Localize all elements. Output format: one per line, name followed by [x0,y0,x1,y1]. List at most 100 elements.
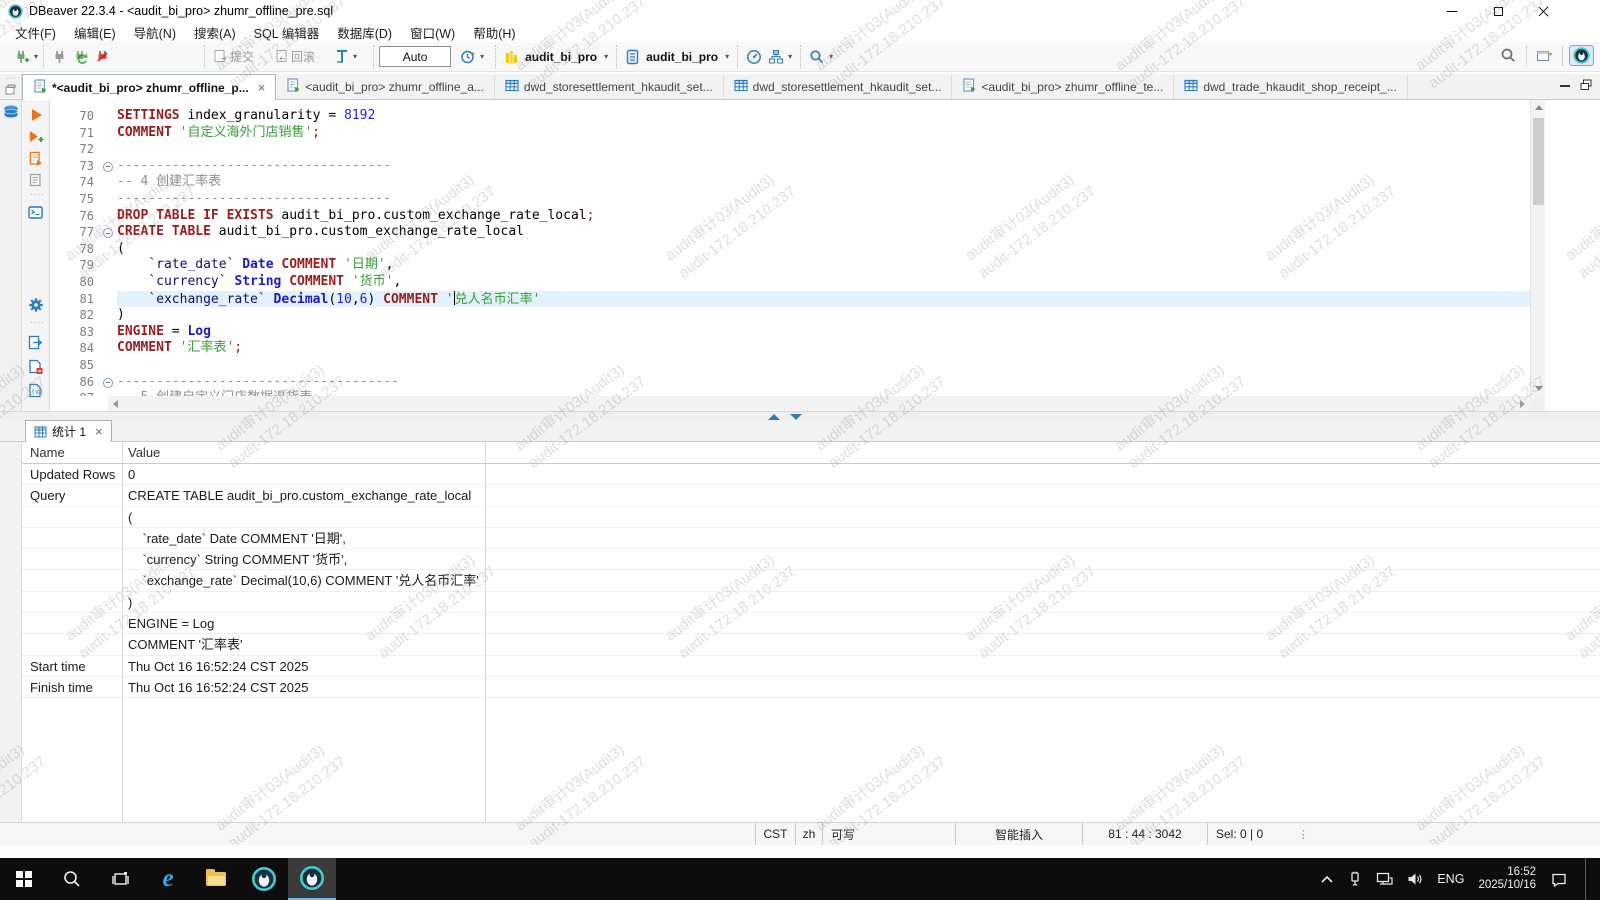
result-row-2[interactable]: ( [22,507,1600,528]
fold-marker-icon[interactable] [102,158,117,175]
horizontal-scrollbar[interactable] [108,396,1530,411]
vertical-scrollbar[interactable] [1530,100,1545,396]
tray-chevron-up-icon[interactable] [1320,875,1334,884]
result-row-7[interactable]: ENGINE = Log [22,613,1600,634]
code-line-74[interactable]: 74-- 4 创建汇率表 [50,174,1530,191]
menu-item-7[interactable]: 帮助(H) [464,21,524,44]
code-line-81[interactable]: 81 `exchange_rate` Decimal(10,6) COMMENT… [50,291,1530,308]
txn-history-button[interactable] [457,47,479,67]
action-center-icon[interactable] [1550,872,1567,887]
code-line-75[interactable]: 75----------------------------------- [50,191,1530,208]
scroll-left-icon[interactable] [113,400,118,408]
variables-icon[interactable]: (x) [27,382,44,399]
dashboard-button[interactable] [743,47,765,67]
result-row-3[interactable]: `rate_date` Date COMMENT '日期', [22,528,1600,549]
new-connection-button[interactable] [11,47,33,67]
clock[interactable]: 16:52 2025/10/16 [1478,866,1536,892]
close-button[interactable] [1526,0,1562,22]
taskbar-search-button[interactable] [48,858,96,900]
result-row-6[interactable]: ) [22,592,1600,613]
editor-results-sash[interactable] [0,411,1600,420]
schema-selector[interactable]: audit_bi_pro ▾ [622,47,732,67]
menu-item-2[interactable]: 导航(N) [125,21,185,44]
result-row-4[interactable]: `currency` String COMMENT '货币', [22,549,1600,570]
sql-console-icon[interactable] [27,204,44,221]
editor-tab-0[interactable]: *<audit_bi_pro> zhumr_offline_p...× [22,74,276,100]
file-explorer-button[interactable] [192,858,240,900]
chevron-down-icon[interactable]: ▾ [480,52,484,61]
code-line-79[interactable]: 79 `rate_date` Date COMMENT '日期', [50,257,1530,274]
menu-item-0[interactable]: 文件(F) [6,21,65,44]
database-navigator-icon[interactable] [2,104,20,125]
code-line-84[interactable]: 84COMMENT '汇率表'; [50,340,1530,357]
result-row-0[interactable]: Updated Rows0 [22,464,1600,485]
menu-item-5[interactable]: 数据库(D) [328,21,401,44]
chevron-down-icon[interactable]: ▾ [34,52,38,61]
execute-statement-icon[interactable] [27,106,44,123]
result-row-9[interactable]: Start timeThu Oct 16 16:52:24 CST 2025 [22,656,1600,677]
chevron-down-icon[interactable]: ▾ [788,52,792,61]
scrollbar-thumb[interactable] [1533,118,1544,205]
result-row-8[interactable]: COMMENT '汇率表' [22,634,1600,655]
commit-button[interactable]: 提交 [210,46,257,67]
code-line-83[interactable]: 83ENGINE = Log [50,324,1530,341]
code-line-76[interactable]: 76DROP TABLE IF EXISTS audit_bi_pro.cust… [50,208,1530,225]
language-indicator[interactable]: ENG [1437,872,1464,886]
restore-view-icon[interactable] [1580,79,1592,91]
quick-access-search-button[interactable] [1497,45,1520,66]
code-line-80[interactable]: 80 `currency` String COMMENT '货币', [50,274,1530,291]
show-desktop-button[interactable] [1585,858,1590,900]
code-line-72[interactable]: 72 [50,141,1530,158]
chevron-down-icon[interactable]: ▾ [725,52,729,61]
fold-marker-icon[interactable] [102,224,117,241]
minimize-button[interactable] [1434,0,1470,22]
code-line-73[interactable]: 73----------------------------------- [50,158,1530,175]
code-line-70[interactable]: 70SETTINGS index_granularity = 8192 [50,108,1530,125]
sql-editor[interactable]: 70SETTINGS index_granularity = 819271COM… [50,100,1530,396]
tab-strip-handle[interactable]: ···· [0,74,22,99]
code-line-77[interactable]: 77CREATE TABLE audit_bi_pro.custom_excha… [50,224,1530,241]
close-icon[interactable]: × [258,80,266,95]
code-line-71[interactable]: 71COMMENT '自定义海外门店销售'; [50,125,1530,142]
code-line-85[interactable]: 85 [50,357,1530,374]
column-divider[interactable] [122,442,123,822]
chevron-down-icon[interactable]: ▾ [829,52,833,61]
editor-tab-2[interactable]: dwd_storesettlement_hkaudit_set... [495,74,724,99]
output-log-icon[interactable] [27,358,44,375]
column-header-name[interactable]: Name [22,442,122,463]
code-line-86[interactable]: 86------------------------------------ [50,374,1530,391]
column-header-value[interactable]: Value [122,442,160,463]
tab-statistics[interactable]: 统计 1 × [25,420,112,442]
scroll-up-icon[interactable] [1535,105,1543,110]
result-row-1[interactable]: QueryCREATE TABLE audit_bi_pro.custom_ex… [22,485,1600,506]
chevron-down-icon[interactable]: ▾ [604,52,608,61]
column-divider[interactable] [485,442,486,822]
disconnect-button[interactable] [92,47,113,67]
task-view-button[interactable] [96,858,144,900]
network-icon[interactable] [1376,872,1393,886]
connection-selector[interactable]: audit_bi_pro ▾ [501,47,611,67]
menu-item-4[interactable]: SQL 编辑器 [245,21,329,44]
status-grip[interactable]: ⋮ [1290,823,1309,845]
sql-search-button[interactable]: ▾ [806,47,836,67]
start-button[interactable] [0,858,48,900]
chevron-down-icon[interactable]: ▾ [353,52,357,61]
scroll-right-icon[interactable] [1520,400,1525,408]
code-line-78[interactable]: 78( [50,241,1530,258]
minimize-view-icon[interactable] [1560,84,1570,87]
result-row-5[interactable]: `exchange_rate` Decimal(10,6) COMMENT '兑… [22,570,1600,591]
editor-settings-gear-icon[interactable] [27,296,44,313]
usb-icon[interactable] [1348,871,1362,887]
reconnect-button[interactable] [70,47,92,67]
editor-tab-3[interactable]: dwd_storesettlement_hkaudit_set... [724,74,953,99]
dbeaver-perspective-button[interactable] [1569,45,1594,66]
connect-button[interactable] [49,47,70,67]
rollback-button[interactable]: 回滚 [271,46,318,67]
execute-script-icon[interactable] [27,150,44,167]
editor-tab-5[interactable]: dwd_trade_hkaudit_shop_receipt_... [1174,74,1407,99]
result-row-10[interactable]: Finish timeThu Oct 16 16:52:24 CST 2025 [22,677,1600,698]
execution-plan-button[interactable]: ▾ [765,47,795,67]
execute-new-tab-icon[interactable] [27,128,44,145]
speaker-icon[interactable] [1407,872,1423,886]
menu-item-3[interactable]: 搜索(A) [185,21,245,44]
